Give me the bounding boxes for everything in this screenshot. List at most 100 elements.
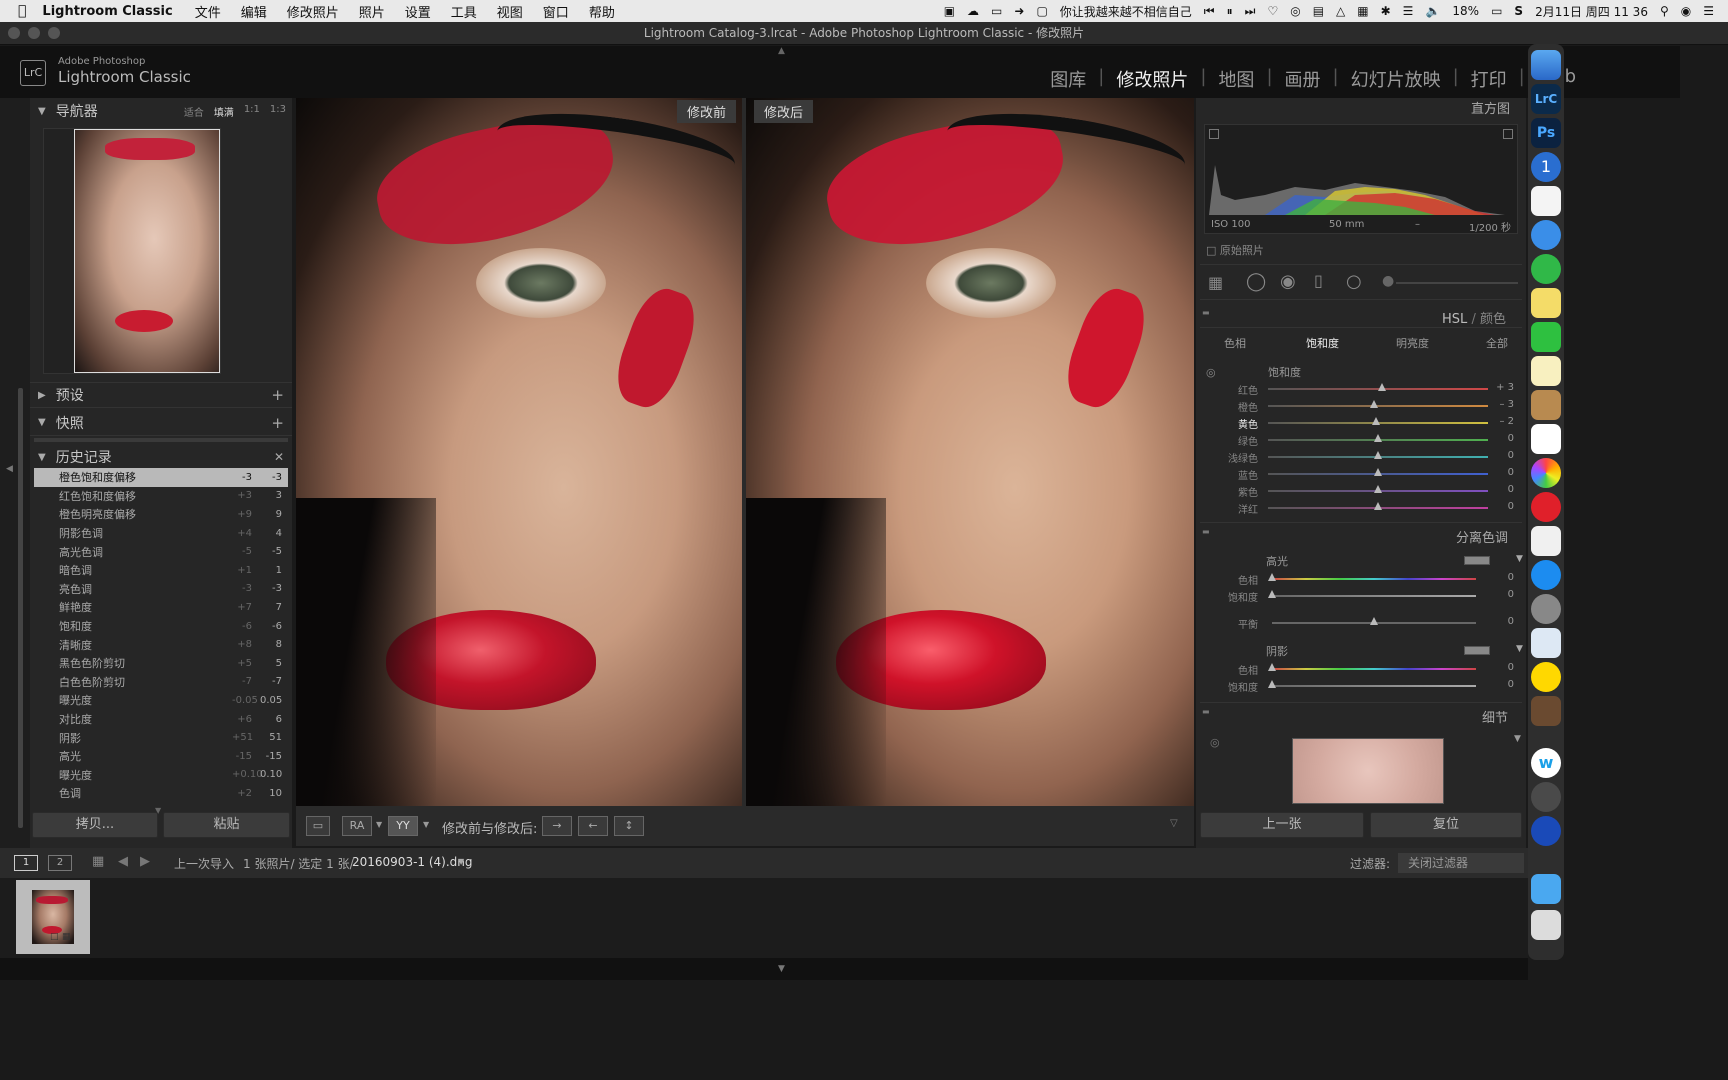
menu-photo[interactable]: 照片 (359, 2, 385, 21)
heart-icon[interactable]: ♡ (1267, 4, 1278, 18)
split-toning-slider-row[interactable]: 平衡 0 (1196, 614, 1526, 631)
notification-icon[interactable]: ☰ (1703, 4, 1714, 18)
minimize-window-button[interactable] (28, 27, 40, 39)
histogram[interactable]: ISO 100 50 mm – 1/200 秒 (1204, 124, 1518, 234)
menu-tools[interactable]: 工具 (451, 2, 477, 21)
menu-settings[interactable]: 设置 (405, 2, 431, 21)
app-store-icon[interactable] (1531, 560, 1561, 590)
battery-icon[interactable]: ▭ (1491, 4, 1502, 18)
close-window-button[interactable] (8, 27, 20, 39)
left-panel-scrollbar[interactable] (18, 388, 23, 828)
hsl-slider-thumb[interactable] (1374, 434, 1382, 442)
history-header[interactable]: ▼ 历史记录 ✕ (30, 444, 292, 470)
history-item[interactable]: 橙色饱和度偏移 -3 -3 (34, 468, 288, 487)
wifi-icon[interactable]: ☰ (1403, 4, 1414, 18)
snapshots-header[interactable]: ▼ 快照 + (30, 410, 292, 436)
split-toning-header[interactable]: ▬ 分离色调 (1200, 522, 1522, 546)
notepad-icon[interactable] (1531, 356, 1561, 386)
swatch-dropdown-icon[interactable]: ▼ (1516, 554, 1523, 564)
safari-icon[interactable] (1531, 220, 1561, 250)
previous-button[interactable]: 上一张 (1200, 812, 1364, 838)
split-toning-slider-thumb[interactable] (1268, 573, 1276, 581)
back-arrow-icon[interactable]: ◀ (118, 854, 128, 869)
battery-text[interactable]: 18% (1452, 4, 1479, 18)
now-playing[interactable]: 你让我越来越不相信自己 (1060, 3, 1192, 20)
hsl-slider-row[interactable]: 紫色 0 (1196, 482, 1526, 499)
screenshot-icon[interactable]: ▢ (1036, 4, 1047, 18)
siri-icon[interactable]: ◉ (1681, 4, 1691, 18)
split-toning-slider-row[interactable]: 色相 0 (1196, 570, 1526, 587)
lyrics-icon[interactable]: ▤ (1313, 4, 1324, 18)
hsl-slider-thumb[interactable] (1374, 468, 1382, 476)
bluetooth-icon[interactable]: ✱ (1381, 4, 1391, 18)
preview-icon[interactable] (1531, 526, 1561, 556)
brush-slider[interactable] (1396, 282, 1518, 284)
module-print[interactable]: 打印 (1459, 66, 1519, 92)
menu-edit[interactable]: 编辑 (241, 2, 267, 21)
arrow-icon[interactable]: ➜ (1014, 4, 1024, 18)
hsl-slider-thumb[interactable] (1374, 502, 1382, 510)
expand-triangle-icon[interactable]: ▶ (38, 390, 46, 401)
hsl-slider-thumb[interactable] (1378, 383, 1387, 391)
panel-switch-icon[interactable]: ▬ (1202, 527, 1210, 536)
history-item[interactable]: 清晰度 +8 8 (34, 635, 288, 654)
folder-icon[interactable] (1531, 874, 1561, 904)
targeted-adjustment-icon[interactable]: ◎ (1206, 366, 1216, 379)
histogram-header[interactable]: 直方图 (1196, 98, 1526, 122)
menu-file[interactable]: 文件 (195, 2, 221, 21)
window-1-button[interactable]: 1 (14, 855, 38, 871)
original-photo-checkbox[interactable]: □ 原始照片 (1206, 242, 1264, 258)
split-toning-slider-thumb[interactable] (1370, 617, 1378, 625)
hsl-slider-thumb[interactable] (1374, 485, 1382, 493)
filename[interactable]: 20160903-1 (4).dng (352, 855, 473, 869)
split-toning-slider-track[interactable] (1272, 578, 1476, 580)
split-toning-slider-row[interactable]: 色相 0 (1196, 660, 1526, 677)
adjustment-brush-icon[interactable]: ● (1382, 273, 1394, 289)
media-player-icon[interactable] (1531, 816, 1561, 846)
history-item[interactable]: 饱和度 -6 -6 (34, 617, 288, 636)
stickies-icon[interactable] (1531, 288, 1561, 318)
history-item[interactable]: 曝光度 -0.05 0.05 (34, 691, 288, 710)
split-toning-slider-value[interactable]: 0 (1490, 616, 1514, 627)
hsl-slider-value[interactable]: 0 (1490, 450, 1514, 461)
hsl-slider-row[interactable]: 浅绿色 0 (1196, 448, 1526, 465)
copy-before-to-after-icon[interactable]: → (542, 816, 572, 836)
navigator-preview[interactable] (43, 128, 221, 374)
forward-arrow-icon[interactable]: ▶ (140, 854, 150, 869)
navigator-zoom-frame[interactable] (74, 129, 220, 373)
module-develop[interactable]: 修改照片 (1104, 66, 1200, 92)
hsl-slider-value[interactable]: – 3 (1490, 399, 1514, 410)
hsl-slider-value[interactable]: 0 (1490, 433, 1514, 444)
module-map[interactable]: 地图 (1206, 66, 1266, 92)
spot-removal-icon[interactable]: ◯ (1246, 271, 1266, 292)
history-item[interactable]: 高光色调 -5 -5 (34, 542, 288, 561)
hsl-header[interactable]: ▬ HSL / 颜色 (1200, 304, 1522, 328)
color-swatch[interactable] (1464, 556, 1490, 565)
archive-icon[interactable] (1531, 390, 1561, 420)
module-book[interactable]: 画册 (1273, 66, 1333, 92)
split-dropdown-icon[interactable]: ▼ (423, 820, 429, 829)
after-photo[interactable]: 修改后 (746, 98, 1194, 806)
history-item[interactable]: 色调 +2 10 (34, 784, 288, 803)
split-toning-slider-value[interactable]: 0 (1490, 662, 1514, 673)
filename-dropdown-icon[interactable]: ▼ (458, 857, 464, 866)
copy-settings-button[interactable]: 拷贝... (32, 812, 158, 838)
history-item[interactable]: 橙色明亮度偏移 +9 9 (34, 505, 288, 524)
history-item[interactable]: 曝光度 +0.10 0.10 (34, 766, 288, 785)
filter-dropdown[interactable]: 关闭过滤器 (1398, 853, 1524, 873)
app-icon[interactable] (1531, 662, 1561, 692)
detail-target-icon[interactable]: ◎ (1210, 736, 1220, 749)
paste-settings-button[interactable]: 粘贴 (163, 812, 290, 838)
split-toning-slider-thumb[interactable] (1268, 590, 1276, 598)
telegram-icon[interactable] (1531, 254, 1561, 284)
reset-button[interactable]: 复位 (1370, 812, 1522, 838)
hsl-slider-thumb[interactable] (1371, 417, 1380, 425)
split-toning-slider-row[interactable]: 饱和度 0 (1196, 587, 1526, 604)
module-slideshow[interactable]: 幻灯片放映 (1339, 66, 1453, 92)
hsl-slider-thumb[interactable] (1374, 451, 1382, 459)
highlight-clipping-toggle[interactable] (1503, 129, 1513, 139)
menu-help[interactable]: 帮助 (589, 2, 615, 21)
history-item[interactable]: 阴影色调 +4 4 (34, 524, 288, 543)
history-item[interactable]: 红色饱和度偏移 +3 3 (34, 487, 288, 506)
split-toning-slider-row[interactable]: 饱和度 0 (1196, 677, 1526, 694)
